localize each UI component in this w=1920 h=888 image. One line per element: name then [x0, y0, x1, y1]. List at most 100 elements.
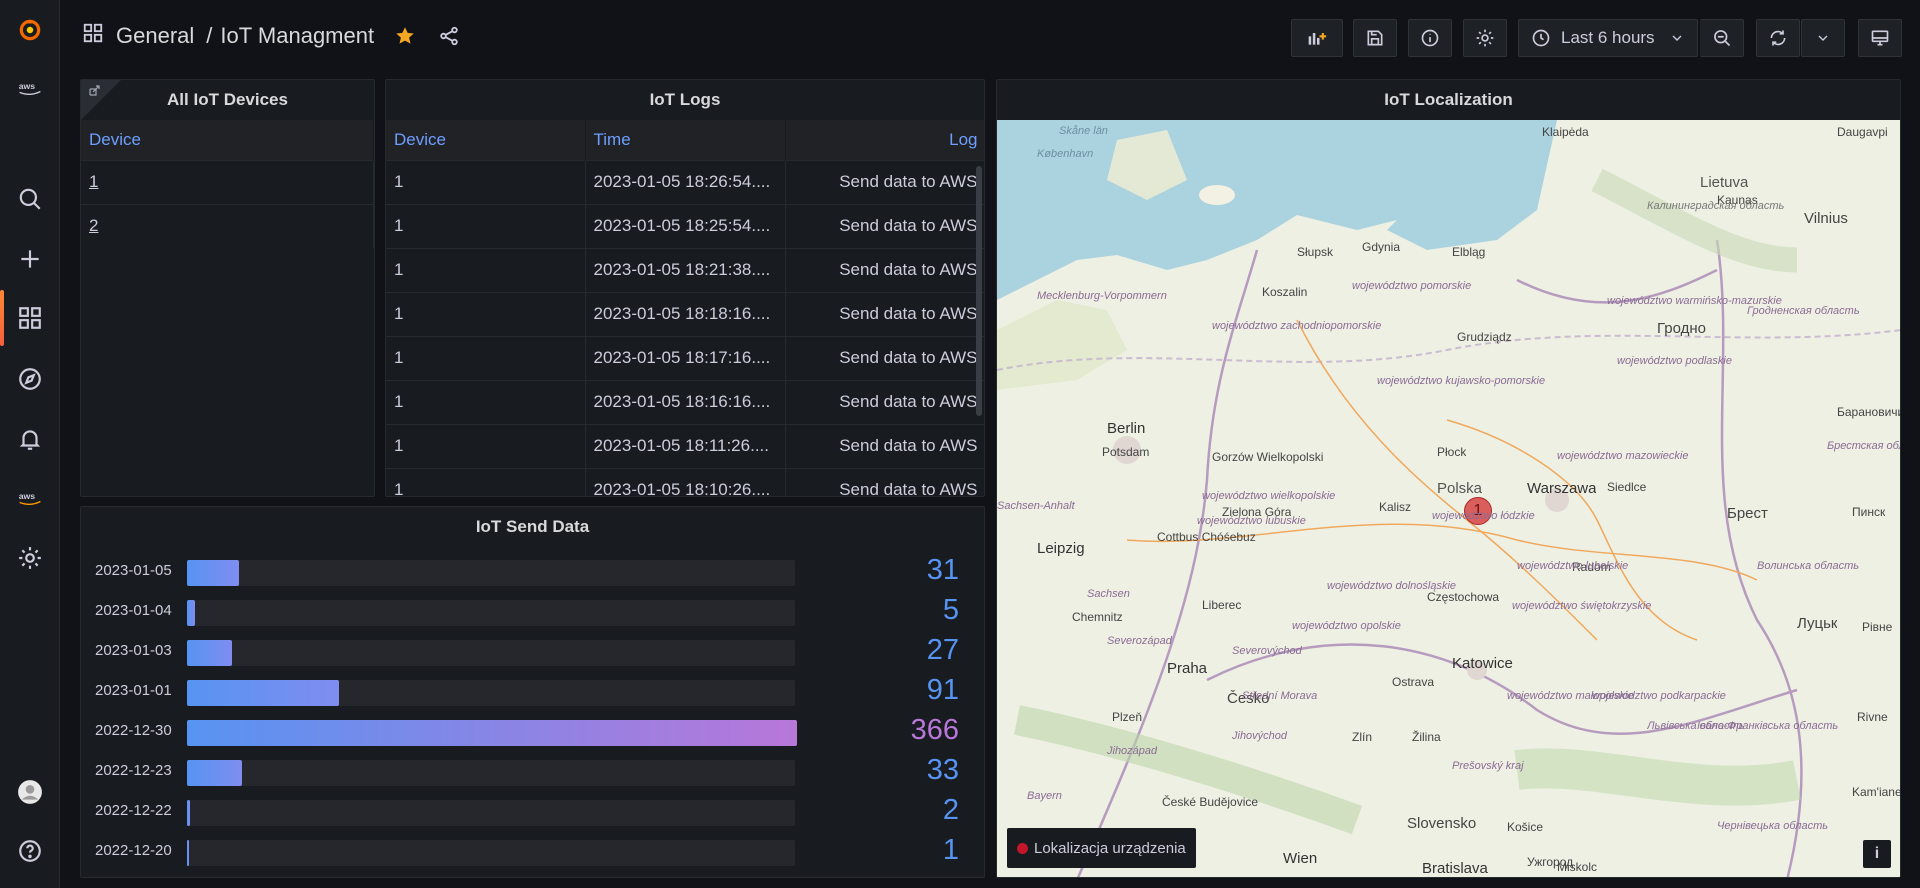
zoom-out-icon: [1713, 30, 1730, 47]
save-button[interactable]: [1353, 19, 1397, 57]
column-header-log[interactable]: Log: [785, 120, 984, 160]
plus-icon[interactable]: [0, 239, 60, 279]
table-row: 1 2023-01-05 18:21:38.... Send data to AWS: [386, 247, 984, 292]
panel-title: IoT Localization: [1384, 90, 1513, 109]
bar-row: 2023-01-01 91: [81, 672, 981, 712]
grafana-logo-icon[interactable]: [0, 10, 60, 50]
bar-category-label: 2022-12-23: [95, 762, 172, 779]
table-row: 1 2023-01-05 18:18:16.... Send data to AWS: [386, 291, 984, 336]
breadcrumb: General / IoT Managment: [82, 22, 460, 50]
scrollbar[interactable]: [976, 166, 982, 416]
table-row: 1 2023-01-05 18:25:54.... Send data to AWS: [386, 203, 984, 248]
dashboard-grid-icon: [82, 22, 104, 50]
cell-device: 1: [386, 291, 586, 336]
bar-track: [187, 640, 795, 666]
panel-title: All IoT Devices: [167, 90, 288, 109]
top-bar: General / IoT Managment Last 6 hours: [60, 0, 1920, 78]
bar-track: [187, 560, 795, 586]
bar-fill: [187, 560, 239, 586]
dashboards-icon[interactable]: [0, 298, 60, 338]
dashboard-title[interactable]: IoT Managment: [220, 23, 374, 49]
help-icon[interactable]: [0, 831, 60, 871]
bar-category-label: 2023-01-04: [95, 602, 172, 619]
cell-time: 2023-01-05 18:11:26....: [585, 423, 786, 468]
legend-dot-icon: [1017, 842, 1028, 854]
column-header-device[interactable]: Device: [386, 120, 586, 160]
time-range-label: Last 6 hours: [1561, 28, 1655, 47]
refresh-icon: [1770, 30, 1786, 46]
bar-category-label: 2023-01-05: [95, 562, 172, 579]
cell-log: Send data to AWS: [785, 335, 984, 380]
panel-iot-send-data: IoT Send Data 2023-01-05 31 2023-01-04 5 202…: [80, 506, 985, 878]
bar-fill: [187, 760, 242, 786]
bar-fill: [187, 640, 232, 666]
aws-icon[interactable]: aws: [0, 68, 60, 108]
bar-value-label: 2: [942, 794, 959, 826]
table-row: 1 2023-01-05 18:16:16.... Send data to AWS: [386, 379, 984, 424]
cell-log: Send data to AWS: [785, 247, 984, 292]
cell-device: 1: [386, 159, 586, 204]
aws-icon[interactable]: aws: [0, 478, 60, 518]
refresh-button[interactable]: [1756, 19, 1800, 57]
bar-track: [187, 720, 797, 746]
table-row: 1 2023-01-05 18:10:26.... Send data to AWS: [386, 467, 984, 496]
column-header-time[interactable]: Time: [585, 120, 786, 160]
panel-title: IoT Logs: [649, 90, 721, 109]
cell-log: Send data to AWS: [785, 159, 984, 204]
cell-time: 2023-01-05 18:26:54....: [585, 159, 786, 204]
refresh-interval-dropdown[interactable]: [1801, 19, 1845, 57]
add-panel-button[interactable]: [1291, 19, 1343, 57]
bar-fill: [187, 800, 191, 826]
bar-row: 2022-12-22 2: [81, 792, 981, 832]
panel-all-iot-devices: All IoT Devices Device 1 2: [80, 79, 375, 497]
cell-device: 1: [386, 467, 586, 496]
star-icon[interactable]: [394, 25, 416, 47]
bar-category-label: 2022-12-30: [95, 722, 172, 739]
map-attribution-button[interactable]: i: [1863, 840, 1891, 868]
table-row: 1: [81, 159, 374, 204]
search-icon[interactable]: [0, 179, 60, 219]
alerting-icon[interactable]: [0, 419, 60, 459]
share-icon[interactable]: [438, 25, 460, 47]
bar-row: 2023-01-04 5: [81, 592, 981, 632]
clock-icon: [1532, 29, 1550, 47]
cell-time: 2023-01-05 18:21:38....: [585, 247, 786, 292]
marker-label: 1: [1473, 502, 1483, 519]
bar-value-label: 1: [942, 834, 959, 866]
gear-icon: [1476, 29, 1494, 47]
cell-time: 2023-01-05 18:25:54....: [585, 203, 786, 248]
bar-category-label: 2023-01-01: [95, 682, 172, 699]
add-panel-icon: [1308, 33, 1327, 45]
bar-track: [187, 840, 795, 866]
bar-gauge: 2023-01-05 31 2023-01-04 5 2023-01-03 27 2023-…: [81, 552, 981, 872]
table-row: 1 2023-01-05 18:17:16.... Send data to AWS: [386, 335, 984, 380]
tv-mode-button[interactable]: [1858, 19, 1902, 57]
bar-value-label: 27: [926, 634, 959, 666]
legend-label: Lokalizacja urządzenia: [1034, 839, 1186, 857]
svg-text:aws: aws: [19, 491, 36, 501]
table-row: 2: [81, 203, 374, 248]
settings-icon[interactable]: [0, 538, 60, 578]
logs-table: Device Time Log 1 2023-01-05 18:26:54....…: [386, 120, 984, 496]
map-view[interactable]: 1 Lokalizacja urządzenia i: [997, 120, 1900, 877]
zoom-out-button[interactable]: [1700, 19, 1744, 57]
avatar[interactable]: [0, 772, 60, 812]
cell-log: Send data to AWS: [785, 203, 984, 248]
time-range-picker[interactable]: Last 6 hours: [1518, 19, 1698, 57]
bar-value-label: 366: [910, 714, 959, 746]
dashboard-info-button[interactable]: [1408, 19, 1452, 57]
device-marker[interactable]: 1: [1464, 497, 1492, 525]
bar-row: 2023-01-03 27: [81, 632, 981, 672]
cell-device: 1: [386, 203, 586, 248]
cell-log: Send data to AWS: [785, 423, 984, 468]
cell-time: 2023-01-05 18:18:16....: [585, 291, 786, 336]
column-header-device[interactable]: Device: [81, 120, 374, 160]
explore-icon[interactable]: [0, 359, 60, 399]
device-link[interactable]: 1: [81, 159, 374, 204]
bar-row: 2022-12-23 33: [81, 752, 981, 792]
folder-link[interactable]: General: [116, 23, 194, 49]
bar-category-label: 2022-12-20: [95, 842, 172, 859]
dashboard-settings-button[interactable]: [1463, 19, 1507, 57]
panel-iot-localization: IoT Localization 1 Lokalizacja urządzeni…: [996, 79, 1901, 878]
device-link[interactable]: 2: [81, 203, 374, 248]
